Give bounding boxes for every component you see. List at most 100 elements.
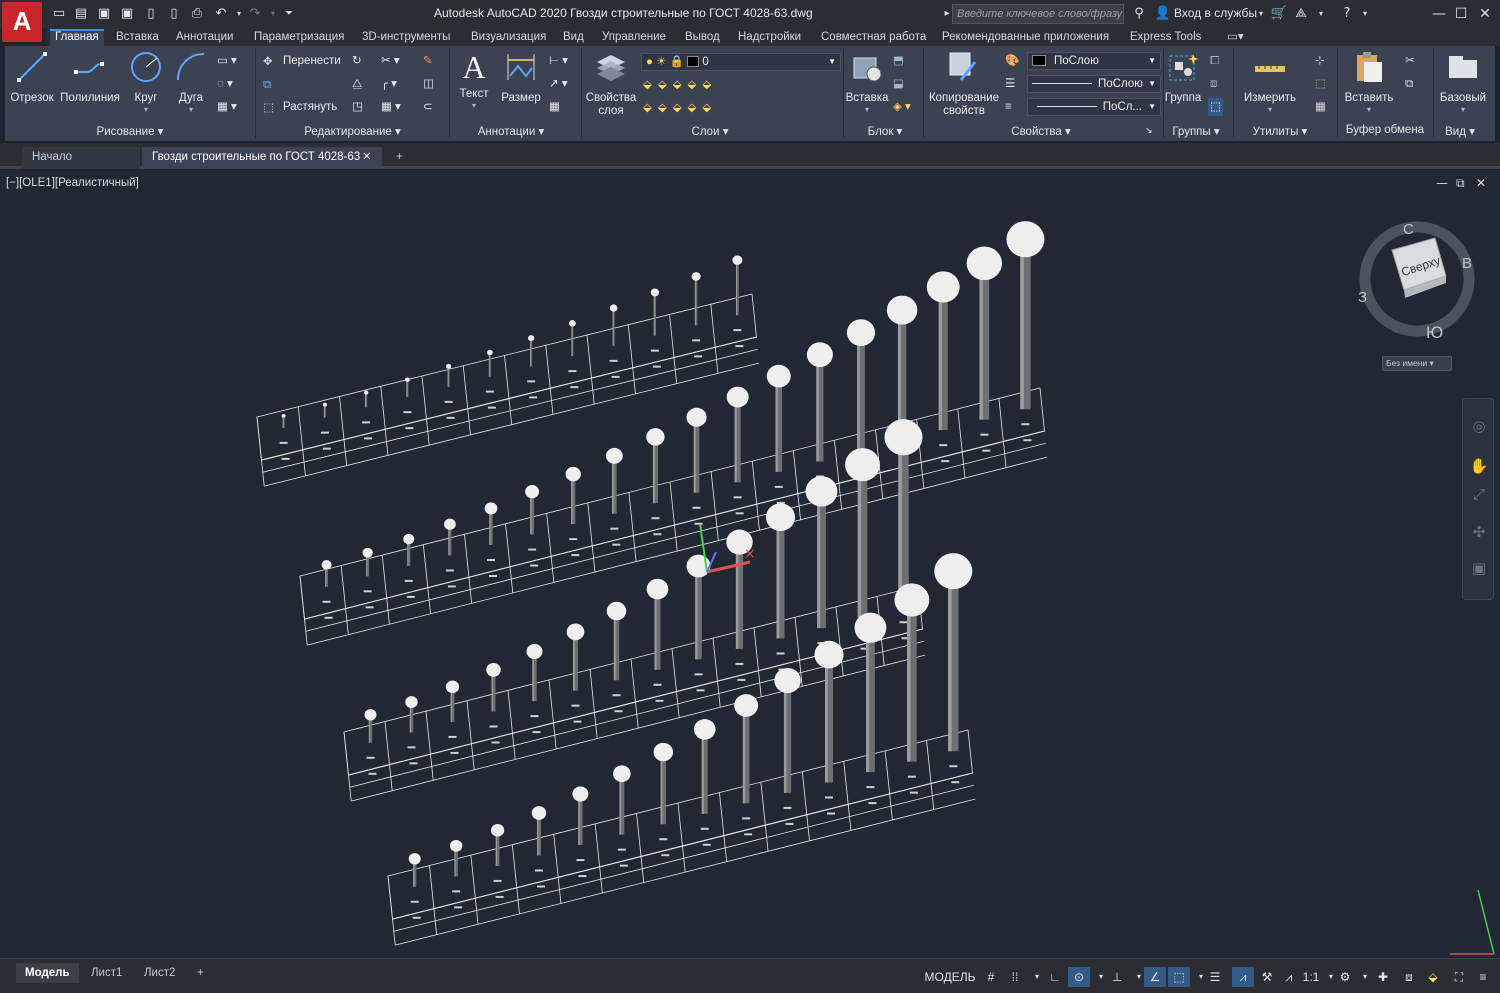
lineweight-toggle-icon[interactable]: ☰ bbox=[1206, 967, 1224, 987]
isodraft-icon[interactable]: ⊥ bbox=[1108, 967, 1126, 987]
compass-north[interactable]: С bbox=[1403, 221, 1414, 238]
nail-table[interactable] bbox=[387, 553, 976, 946]
compass-south[interactable]: Ю bbox=[1426, 323, 1443, 342]
trim-icon[interactable]: ✂ ▾ bbox=[381, 52, 400, 70]
ribbon-tab[interactable]: Совместная работа bbox=[816, 29, 931, 46]
nail-head[interactable] bbox=[774, 667, 801, 694]
user-icon[interactable]: 👤 bbox=[1154, 5, 1172, 23]
nail-head[interactable] bbox=[404, 377, 410, 383]
help-icon[interactable]: ? bbox=[1338, 5, 1356, 23]
nail-head[interactable] bbox=[487, 349, 493, 356]
block-panel-title[interactable]: Блок ▾ bbox=[853, 124, 917, 140]
ribbon-tab[interactable]: Управление bbox=[597, 29, 671, 46]
new-file-icon[interactable]: ▭ bbox=[50, 5, 68, 23]
ribbon-tab[interactable]: 3D-инструменты bbox=[357, 29, 455, 46]
close-tab-icon[interactable]: ✕ bbox=[362, 147, 372, 167]
pan-icon[interactable]: ✋ bbox=[1468, 455, 1490, 477]
nail-head[interactable] bbox=[486, 663, 501, 677]
group-button[interactable]: Группа bbox=[1163, 50, 1203, 105]
workspace-gear-icon[interactable]: ⚙ bbox=[1336, 967, 1354, 987]
customize-statusbar-icon[interactable]: ≡ bbox=[1474, 967, 1492, 987]
autodesk-app-icon[interactable]: ⟁ bbox=[1292, 5, 1310, 23]
array-icon[interactable]: ▦ ▾ bbox=[381, 98, 401, 116]
stretch-button[interactable]: ⬚ Растянуть bbox=[263, 98, 337, 116]
help-dropdown-icon[interactable]: ▾ bbox=[1356, 5, 1374, 23]
nail-head[interactable] bbox=[403, 533, 415, 545]
nail-head[interactable] bbox=[526, 643, 543, 660]
nail-head[interactable] bbox=[531, 806, 547, 820]
model-canvas[interactable]: × bbox=[0, 172, 1500, 958]
scale-icon[interactable]: ◳ bbox=[352, 98, 363, 116]
layout-tab-model[interactable]: Модель bbox=[16, 963, 79, 983]
color-wheel-icon[interactable]: 🎨 bbox=[1005, 52, 1019, 70]
object-snap-icon[interactable]: ⬚ bbox=[1168, 967, 1190, 987]
paste-dropdown-icon[interactable]: ▾ bbox=[1341, 105, 1397, 114]
erase-icon[interactable]: ✎ bbox=[423, 52, 433, 70]
gradient-icon[interactable]: ▦ ▾ bbox=[217, 98, 237, 116]
nail-head[interactable] bbox=[650, 288, 660, 297]
text-button[interactable]: A Текст ▾ bbox=[455, 50, 493, 110]
line-button[interactable]: Отрезок bbox=[8, 50, 56, 105]
nail-head[interactable] bbox=[765, 503, 796, 531]
edit-block-icon[interactable]: ⬓ bbox=[893, 75, 904, 93]
rotate-icon[interactable]: ↻ bbox=[352, 52, 362, 70]
move-button[interactable]: ✥ Перенести bbox=[263, 52, 341, 70]
nail-head[interactable] bbox=[609, 304, 618, 312]
open-file-icon[interactable]: ▤ bbox=[72, 5, 90, 23]
open-web-icon[interactable]: ▯ bbox=[142, 5, 160, 23]
nail-head[interactable] bbox=[691, 272, 701, 281]
nail-head[interactable] bbox=[766, 364, 791, 388]
annotation-autoscale-icon[interactable]: ⚒ bbox=[1258, 967, 1276, 987]
zoom-extents-icon[interactable]: ⤢ bbox=[1468, 483, 1490, 505]
nail-head[interactable] bbox=[845, 448, 880, 482]
layer-tools-row-1[interactable]: ⬙⬙⬙⬙⬙ bbox=[643, 76, 717, 94]
modify-panel-title[interactable]: Редактирование ▾ bbox=[295, 124, 410, 140]
steering-wheel-icon[interactable]: ◎ bbox=[1468, 415, 1490, 437]
nail-head[interactable] bbox=[321, 560, 332, 570]
insert-dropdown-icon[interactable]: ▾ bbox=[845, 105, 889, 114]
hatch-icon[interactable]: ◌ ▾ bbox=[217, 75, 233, 93]
new-tab-button[interactable]: + bbox=[388, 147, 414, 169]
linear-dim-icon[interactable]: ⊢ ▾ bbox=[549, 52, 568, 70]
plot-icon[interactable]: ⎙ bbox=[188, 5, 206, 23]
paste-button[interactable]: Вставить ▾ bbox=[1341, 50, 1397, 114]
ucs-menu-button[interactable]: Без имени ▾ bbox=[1382, 356, 1452, 371]
nail-head[interactable] bbox=[446, 363, 452, 369]
workspace-dropdown-icon[interactable]: ▾ bbox=[1356, 967, 1374, 987]
ribbon-minimize-icon[interactable]: ▭▾ bbox=[1222, 29, 1249, 46]
nail-head[interactable] bbox=[362, 547, 373, 558]
copy-clip-icon[interactable]: ⧉ bbox=[1405, 75, 1413, 93]
redo-icon[interactable]: ↷ bbox=[246, 5, 264, 23]
app-dropdown-icon[interactable]: ▾ bbox=[1312, 5, 1330, 23]
base-view-dropdown-icon[interactable]: ▾ bbox=[1437, 105, 1489, 114]
block-attribute-icon[interactable]: ◈ ▾ bbox=[893, 98, 911, 116]
leader-icon[interactable]: ↗ ▾ bbox=[549, 75, 568, 93]
ribbon-tab[interactable]: Вид bbox=[558, 29, 589, 46]
add-layout-button[interactable]: + bbox=[188, 963, 213, 983]
view-panel-title[interactable]: Вид ▾ bbox=[1441, 124, 1479, 140]
dimension-button[interactable]: Размер bbox=[499, 50, 543, 105]
cart-icon[interactable]: 🛒 bbox=[1270, 5, 1288, 23]
polyline-button[interactable]: Полилиния bbox=[58, 50, 122, 105]
nail-head[interactable] bbox=[566, 623, 585, 641]
nail-head[interactable] bbox=[653, 742, 674, 762]
viewport-close-icon[interactable]: ✕ bbox=[1476, 176, 1486, 190]
ribbon-tab[interactable]: Рекомендованные приложения bbox=[937, 29, 1114, 46]
ungroup-icon[interactable]: ⧠ bbox=[1210, 52, 1219, 70]
nail-head[interactable] bbox=[490, 824, 505, 837]
search-input[interactable]: Введите ключевое слово/фразу bbox=[952, 4, 1124, 24]
offset-icon[interactable]: ⊂ bbox=[423, 98, 433, 116]
nail-head[interactable] bbox=[966, 246, 1003, 281]
nail-head[interactable] bbox=[322, 402, 327, 407]
rectangle-icon[interactable]: ▭ ▾ bbox=[217, 52, 237, 70]
nail-head[interactable] bbox=[926, 271, 960, 303]
circle-button[interactable]: Круг ▾ bbox=[125, 50, 167, 114]
nail-head[interactable] bbox=[613, 765, 631, 783]
compass-west[interactable]: З bbox=[1358, 289, 1367, 306]
nail-head[interactable] bbox=[814, 640, 844, 669]
nail-head[interactable] bbox=[484, 502, 498, 515]
object-snap-tracking-icon[interactable]: ∠ bbox=[1144, 967, 1166, 987]
lineweight-icon[interactable]: ≡ bbox=[1005, 98, 1012, 116]
annotation-monitor-icon[interactable]: ✚ bbox=[1374, 967, 1392, 987]
select-all-icon[interactable]: ⬚ bbox=[1315, 75, 1326, 93]
